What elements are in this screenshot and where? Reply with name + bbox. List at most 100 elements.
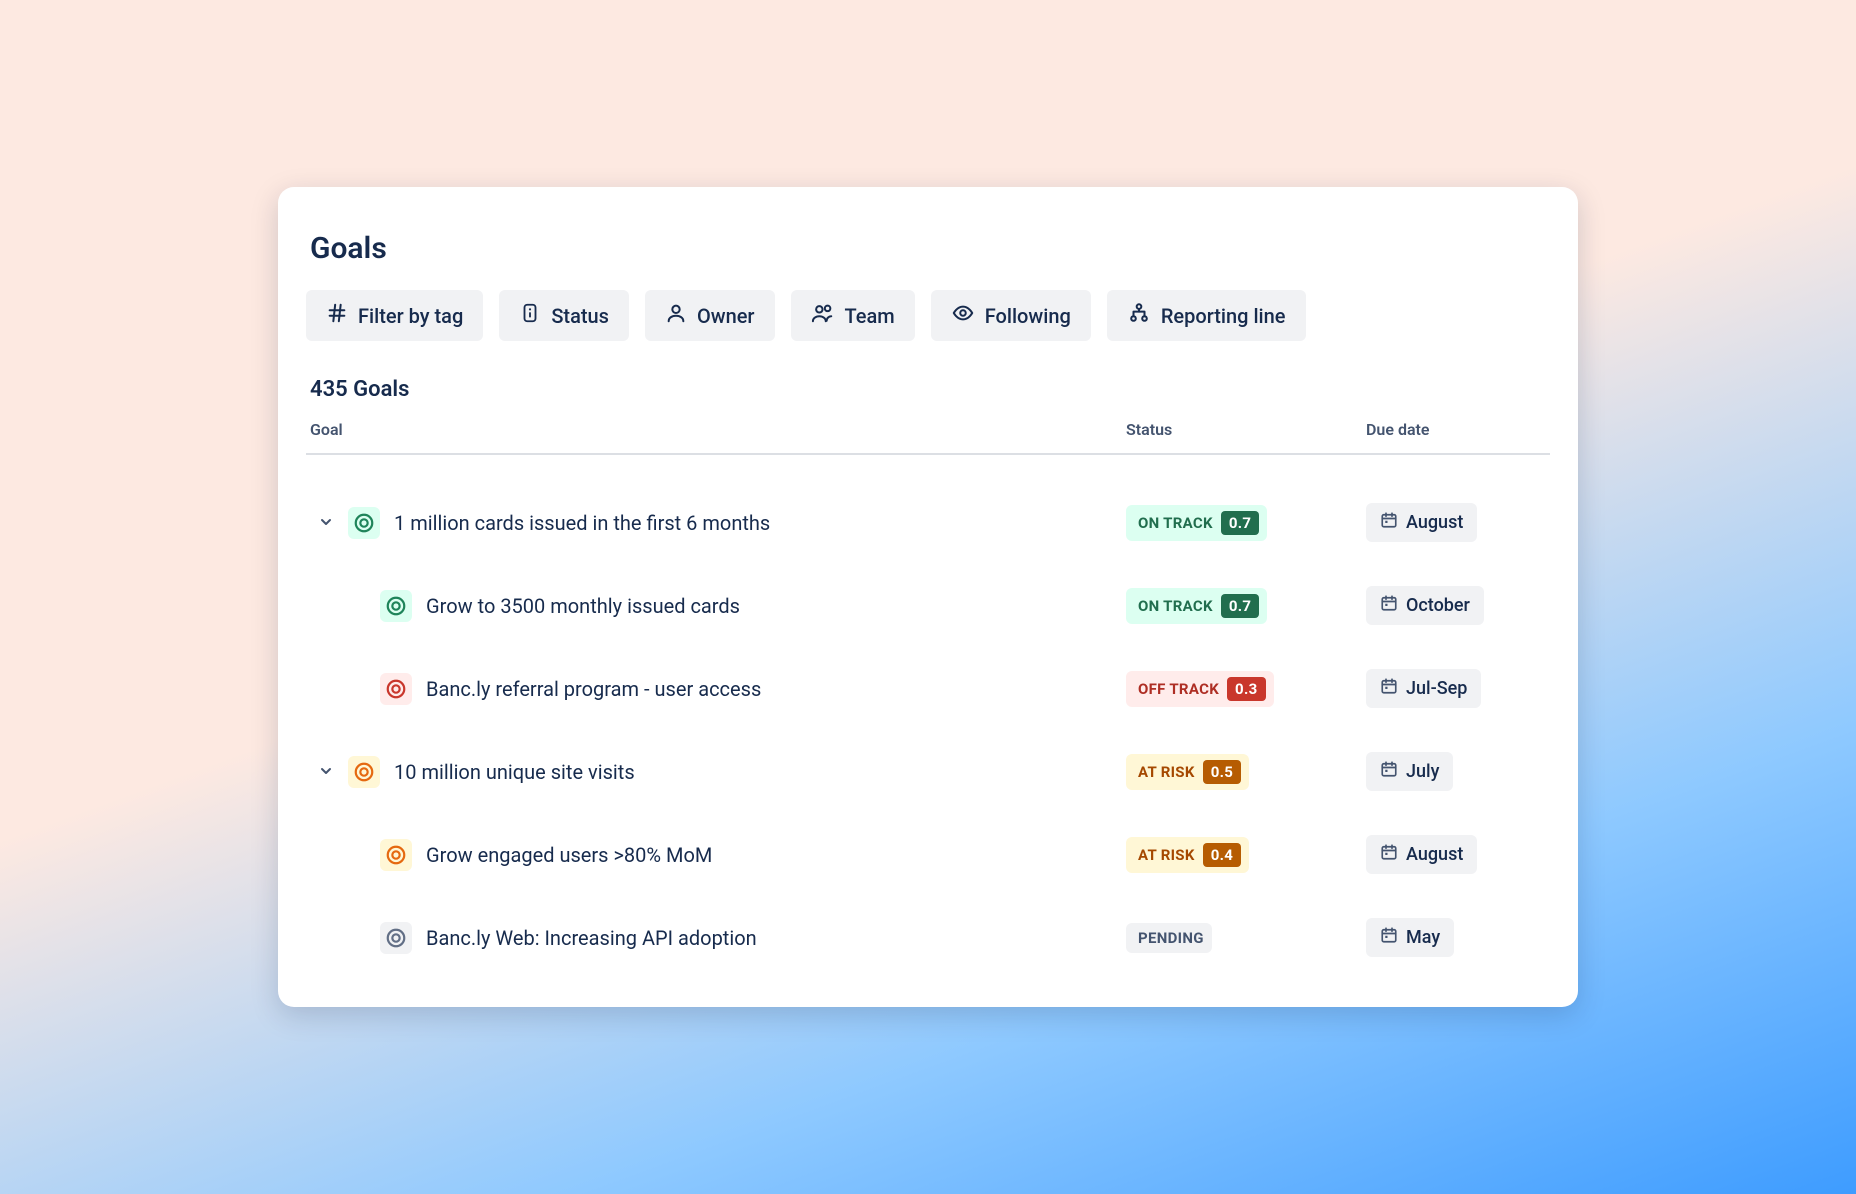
following-icon [951,302,975,329]
filter-chip-hash[interactable]: Filter by tag [306,290,483,341]
status-badge[interactable]: AT RISK 0.4 [1126,837,1249,873]
filter-label: Owner [697,304,755,328]
calendar-icon [1380,677,1398,700]
status-label: ON TRACK [1138,514,1213,532]
goal-cell: 1 million cards issued in the first 6 mo… [310,507,1126,539]
due-badge[interactable]: Jul-Sep [1366,669,1481,708]
due-badge[interactable]: August [1366,835,1477,874]
chevron-down-icon[interactable] [318,511,334,535]
due-cell: August [1366,503,1546,542]
status-label: AT RISK [1138,846,1195,864]
owner-icon [665,302,687,329]
goals-table: Goal Status Due date 1 million cards iss… [306,420,1550,979]
goal-row[interactable]: Banc.ly referral program - user access OF… [306,647,1550,730]
target-icon [348,507,380,539]
filter-label: Team [845,304,895,328]
col-status: Status [1126,420,1366,439]
status-label: PENDING [1138,929,1204,947]
goal-cell: Grow to 3500 monthly issued cards [310,590,1126,622]
goal-cell: Banc.ly referral program - user access [310,673,1126,705]
team-icon [811,302,835,329]
page-title: Goals [306,231,1550,266]
due-cell: October [1366,586,1546,625]
status-score: 0.7 [1221,594,1259,618]
target-icon [380,673,412,705]
target-icon [380,839,412,871]
status-label: ON TRACK [1138,597,1213,615]
filter-label: Status [551,304,609,328]
status-score: 0.7 [1221,511,1259,535]
filter-label: Reporting line [1161,304,1286,328]
status-badge[interactable]: OFF TRACK 0.3 [1126,671,1274,707]
goal-cell: 10 million unique site visits [310,756,1126,788]
goal-cell: Grow engaged users >80% MoM [310,839,1126,871]
goal-title: 10 million unique site visits [394,760,635,784]
goal-row[interactable]: 10 million unique site visits AT RISK 0.5 J… [306,730,1550,813]
calendar-icon [1380,843,1398,866]
goal-cell: Banc.ly Web: Increasing API adoption [310,922,1126,954]
status-icon [519,302,541,329]
filter-chip-team[interactable]: Team [791,290,915,341]
calendar-icon [1380,511,1398,534]
target-icon [348,756,380,788]
goals-panel: Goals Filter by tag Status Owner Team Follow… [278,187,1578,1007]
goal-row[interactable]: Banc.ly Web: Increasing API adoption PEND… [306,896,1550,979]
chevron-down-icon[interactable] [318,760,334,784]
table-header: Goal Status Due date [306,420,1550,455]
due-badge[interactable]: August [1366,503,1477,542]
filter-label: Filter by tag [358,304,463,328]
status-cell: AT RISK 0.5 [1126,754,1366,790]
status-score: 0.5 [1203,760,1241,784]
goal-count: 435 Goals [306,377,1550,402]
goal-row[interactable]: Grow engaged users >80% MoM AT RISK 0.4 Aug… [306,813,1550,896]
goal-row[interactable]: 1 million cards issued in the first 6 mo… [306,481,1550,564]
table-body: 1 million cards issued in the first 6 mo… [306,455,1550,979]
filters-bar: Filter by tag Status Owner Team Following Rep… [306,290,1550,341]
status-score: 0.4 [1203,843,1241,867]
status-cell: ON TRACK 0.7 [1126,505,1366,541]
hash-icon [326,302,348,329]
status-badge[interactable]: ON TRACK 0.7 [1126,505,1267,541]
status-cell: AT RISK 0.4 [1126,837,1366,873]
due-badge[interactable]: July [1366,752,1453,791]
due-cell: August [1366,835,1546,874]
filter-chip-reporting[interactable]: Reporting line [1107,290,1306,341]
goal-title: Banc.ly Web: Increasing API adoption [426,926,757,950]
filter-chip-status[interactable]: Status [499,290,629,341]
filter-label: Following [985,304,1071,328]
calendar-icon [1380,760,1398,783]
status-label: AT RISK [1138,763,1195,781]
goal-title: Grow engaged users >80% MoM [426,843,712,867]
due-badge[interactable]: May [1366,918,1454,957]
calendar-icon [1380,926,1398,949]
due-label: Jul-Sep [1406,678,1467,699]
goal-title: 1 million cards issued in the first 6 mo… [394,511,770,535]
due-label: October [1406,595,1470,616]
target-icon [380,590,412,622]
due-label: August [1406,844,1463,865]
due-label: May [1406,927,1440,948]
due-cell: July [1366,752,1546,791]
due-cell: Jul-Sep [1366,669,1546,708]
col-due: Due date [1366,420,1546,439]
status-cell: ON TRACK 0.7 [1126,588,1366,624]
status-badge[interactable]: PENDING [1126,923,1212,953]
due-badge[interactable]: October [1366,586,1484,625]
filter-chip-following[interactable]: Following [931,290,1091,341]
due-cell: May [1366,918,1546,957]
reporting-icon [1127,302,1151,329]
goal-row[interactable]: Grow to 3500 monthly issued cards ON TRAC… [306,564,1550,647]
status-label: OFF TRACK [1138,680,1219,698]
calendar-icon [1380,594,1398,617]
goal-title: Banc.ly referral program - user access [426,677,761,701]
status-badge[interactable]: AT RISK 0.5 [1126,754,1249,790]
status-cell: OFF TRACK 0.3 [1126,671,1366,707]
status-score: 0.3 [1227,677,1265,701]
goal-title: Grow to 3500 monthly issued cards [426,594,740,618]
col-goal: Goal [310,420,1126,439]
due-label: July [1406,761,1439,782]
status-badge[interactable]: ON TRACK 0.7 [1126,588,1267,624]
due-label: August [1406,512,1463,533]
filter-chip-owner[interactable]: Owner [645,290,775,341]
target-icon [380,922,412,954]
